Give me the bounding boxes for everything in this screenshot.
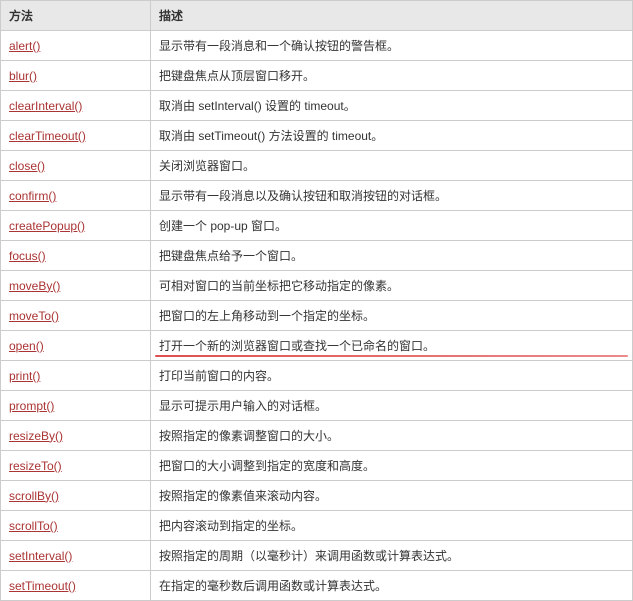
table-row: moveTo() 把窗口的左上角移动到一个指定的坐标。 [1, 301, 633, 331]
method-link[interactable]: resizeBy() [9, 429, 63, 443]
method-cell: confirm() [1, 181, 151, 211]
table-row: blur() 把键盘焦点从顶层窗口移开。 [1, 61, 633, 91]
description-cell: 按照指定的像素值来滚动内容。 [151, 481, 633, 511]
description-cell: 关闭浏览器窗口。 [151, 151, 633, 181]
method-link[interactable]: resizeTo() [9, 459, 62, 473]
method-link[interactable]: open() [9, 339, 44, 353]
table-row: scrollTo() 把内容滚动到指定的坐标。 [1, 511, 633, 541]
table-row: createPopup() 创建一个 pop-up 窗口。 [1, 211, 633, 241]
method-link[interactable]: moveBy() [9, 279, 60, 293]
method-link[interactable]: createPopup() [9, 219, 85, 233]
description-cell: 把键盘焦点给予一个窗口。 [151, 241, 633, 271]
method-link[interactable]: clearTimeout() [9, 129, 86, 143]
method-cell: resizeTo() [1, 451, 151, 481]
method-link[interactable]: print() [9, 369, 40, 383]
description-cell: 按照指定的像素调整窗口的大小。 [151, 421, 633, 451]
method-cell: createPopup() [1, 211, 151, 241]
method-cell: setInterval() [1, 541, 151, 571]
description-cell: 打开一个新的浏览器窗口或查找一个已命名的窗口。 [151, 331, 633, 361]
description-cell: 创建一个 pop-up 窗口。 [151, 211, 633, 241]
header-method: 方法 [1, 1, 151, 31]
method-cell: clearInterval() [1, 91, 151, 121]
description-cell: 打印当前窗口的内容。 [151, 361, 633, 391]
table-row: confirm() 显示带有一段消息以及确认按钮和取消按钮的对话框。 [1, 181, 633, 211]
description-cell: 在指定的毫秒数后调用函数或计算表达式。 [151, 571, 633, 601]
method-cell: open() [1, 331, 151, 361]
method-link[interactable]: scrollBy() [9, 489, 59, 503]
method-cell: moveTo() [1, 301, 151, 331]
method-link[interactable]: blur() [9, 69, 37, 83]
method-link[interactable]: focus() [9, 249, 46, 263]
method-cell: blur() [1, 61, 151, 91]
description-cell: 把窗口的大小调整到指定的宽度和高度。 [151, 451, 633, 481]
method-link[interactable]: alert() [9, 39, 40, 53]
method-cell: clearTimeout() [1, 121, 151, 151]
description-cell: 把窗口的左上角移动到一个指定的坐标。 [151, 301, 633, 331]
table-row: scrollBy() 按照指定的像素值来滚动内容。 [1, 481, 633, 511]
description-cell: 取消由 setInterval() 设置的 timeout。 [151, 91, 633, 121]
table-row: setInterval() 按照指定的周期（以毫秒计）来调用函数或计算表达式。 [1, 541, 633, 571]
method-link[interactable]: clearInterval() [9, 99, 82, 113]
methods-table: 方法 描述 alert() 显示带有一段消息和一个确认按钮的警告框。 blur() 把… [0, 0, 633, 601]
method-cell: print() [1, 361, 151, 391]
method-cell: prompt() [1, 391, 151, 421]
description-cell: 把键盘焦点从顶层窗口移开。 [151, 61, 633, 91]
method-link[interactable]: setTimeout() [9, 579, 76, 593]
method-link[interactable]: prompt() [9, 399, 54, 413]
description-cell: 显示可提示用户输入的对话框。 [151, 391, 633, 421]
description-cell: 取消由 setTimeout() 方法设置的 timeout。 [151, 121, 633, 151]
table-row: close() 关闭浏览器窗口。 [1, 151, 633, 181]
description-cell: 可相对窗口的当前坐标把它移动指定的像素。 [151, 271, 633, 301]
method-link[interactable]: moveTo() [9, 309, 59, 323]
table-row: resizeTo() 把窗口的大小调整到指定的宽度和高度。 [1, 451, 633, 481]
table-row: resizeBy() 按照指定的像素调整窗口的大小。 [1, 421, 633, 451]
annotation-underline [155, 355, 628, 357]
method-cell: resizeBy() [1, 421, 151, 451]
method-cell: scrollTo() [1, 511, 151, 541]
table-row: alert() 显示带有一段消息和一个确认按钮的警告框。 [1, 31, 633, 61]
method-link[interactable]: confirm() [9, 189, 56, 203]
table-header-row: 方法 描述 [1, 1, 633, 31]
method-cell: focus() [1, 241, 151, 271]
description-cell: 显示带有一段消息以及确认按钮和取消按钮的对话框。 [151, 181, 633, 211]
method-link[interactable]: close() [9, 159, 45, 173]
method-cell: setTimeout() [1, 571, 151, 601]
description-cell: 把内容滚动到指定的坐标。 [151, 511, 633, 541]
table-row: clearTimeout() 取消由 setTimeout() 方法设置的 tim… [1, 121, 633, 151]
method-cell: scrollBy() [1, 481, 151, 511]
table-row: prompt() 显示可提示用户输入的对话框。 [1, 391, 633, 421]
method-link[interactable]: setInterval() [9, 549, 72, 563]
method-cell: alert() [1, 31, 151, 61]
description-cell: 显示带有一段消息和一个确认按钮的警告框。 [151, 31, 633, 61]
table-row: print() 打印当前窗口的内容。 [1, 361, 633, 391]
description-cell: 按照指定的周期（以毫秒计）来调用函数或计算表达式。 [151, 541, 633, 571]
table-row: open() 打开一个新的浏览器窗口或查找一个已命名的窗口。 [1, 331, 633, 361]
table-row: moveBy() 可相对窗口的当前坐标把它移动指定的像素。 [1, 271, 633, 301]
table-row: setTimeout() 在指定的毫秒数后调用函数或计算表达式。 [1, 571, 633, 601]
method-link[interactable]: scrollTo() [9, 519, 58, 533]
table-row: clearInterval() 取消由 setInterval() 设置的 tim… [1, 91, 633, 121]
table-row: focus() 把键盘焦点给予一个窗口。 [1, 241, 633, 271]
method-cell: moveBy() [1, 271, 151, 301]
header-description: 描述 [151, 1, 633, 31]
method-cell: close() [1, 151, 151, 181]
